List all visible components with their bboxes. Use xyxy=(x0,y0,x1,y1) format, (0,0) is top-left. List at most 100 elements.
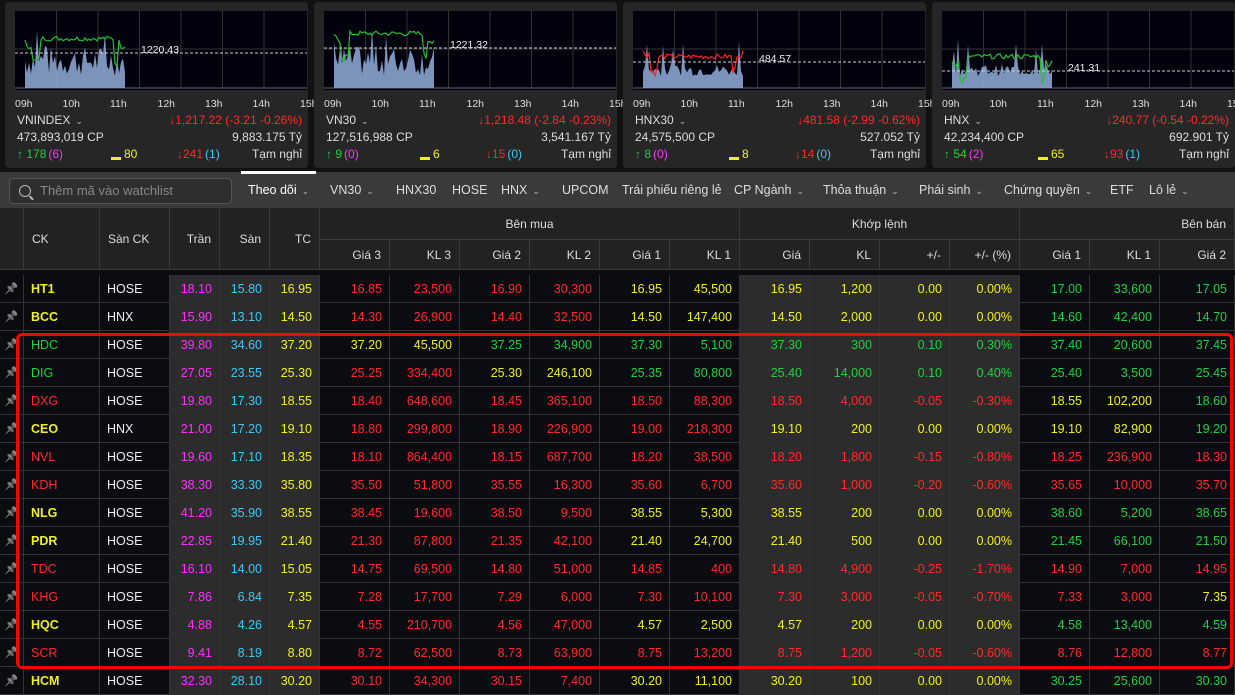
tab-chứng-quyền[interactable]: Chứng quyền ⌄ xyxy=(1004,172,1092,208)
time-label: 09h xyxy=(942,98,960,110)
symbol[interactable]: BCC xyxy=(24,303,100,331)
exchange: HOSE xyxy=(100,275,170,303)
table-row[interactable]: 📌 NVL HOSE 19.60 17.10 18.35 18.10 864,400 18.15… xyxy=(0,443,1235,471)
pin-icon[interactable]: 📌 xyxy=(0,303,24,331)
tab-upcom[interactable]: UPCOM xyxy=(562,172,609,208)
pin-icon[interactable]: 📌 xyxy=(0,611,24,639)
table-row[interactable]: 📌 DIG HOSE 27.05 23.55 25.30 25.25 334,400 25.30… xyxy=(0,359,1235,387)
table-row[interactable]: 📌 NLG HOSE 41.20 35.90 38.55 38.45 19,600 38.50 9… xyxy=(0,499,1235,527)
tab-phái-sinh[interactable]: Phái sinh ⌄ xyxy=(919,172,983,208)
watchlist-search-input[interactable]: Thêm mã vào watchlist xyxy=(9,178,232,204)
pin-icon[interactable]: 📌 xyxy=(0,387,24,415)
pin-icon[interactable]: 📌 xyxy=(0,499,24,527)
pin-icon[interactable]: 📌 xyxy=(0,639,24,667)
reference-price: 15.05 xyxy=(270,555,320,583)
cell-kl-1: 13,200 xyxy=(670,639,740,667)
market-status: Tạm nghỉ xyxy=(251,147,302,161)
index-value: ↓1,218.48 (-2.84 -0.23%) xyxy=(478,112,611,128)
tab-thỏa-thuận[interactable]: Thỏa thuận ⌄ xyxy=(823,172,899,208)
symbol[interactable]: CEO xyxy=(24,415,100,443)
table-row[interactable]: 📌 DXG HOSE 19.80 17.30 18.55 18.40 648,600 18.45… xyxy=(0,387,1235,415)
table-row[interactable]: 📌 TDC HOSE 16.10 14.00 15.05 14.75 69,500 14.80 5… xyxy=(0,555,1235,583)
index-name-select[interactable]: VNINDEX ⌄ xyxy=(17,112,83,129)
tab-theo-dõi[interactable]: Theo dõi ⌄ xyxy=(240,171,317,208)
symbol[interactable]: HDC xyxy=(24,331,100,359)
table-row[interactable]: 📌 KHG HOSE 7.86 6.84 7.35 7.28 17,700 7.29 6,000 7… xyxy=(0,583,1235,611)
symbol[interactable]: SCR xyxy=(24,639,100,667)
index-card-vnindex[interactable]: 1220.43 09h 10h 11h 12h 13h 14h 15h VNINDEX ⌄ ↓1,2… xyxy=(5,2,318,168)
index-card-vn30[interactable]: 1221.32 09h 10h 11h 12h 13h 14h 15h VN30 ⌄ ↓1,218.… xyxy=(314,2,627,168)
pin-icon[interactable]: 📌 xyxy=(0,667,24,695)
time-label: 14h xyxy=(870,98,889,110)
index-name-select[interactable]: HNX30 ⌄ xyxy=(635,112,686,129)
cell-kl-1: 24,700 xyxy=(670,527,740,555)
table-row[interactable]: 📌 HT1 HOSE 18.10 15.80 16.95 16.85 23,500 16.90 3… xyxy=(0,275,1235,303)
header-sub-col: KL 1 xyxy=(670,240,740,270)
cell-kl-1: 80,800 xyxy=(670,359,740,387)
pin-icon[interactable]: 📌 xyxy=(0,331,24,359)
table-row[interactable]: 📌 HCM HOSE 32.30 28.10 30.20 30.10 34,300 30.15 7… xyxy=(0,667,1235,695)
symbol[interactable]: PDR xyxy=(24,527,100,555)
tab-hnx30[interactable]: HNX30 xyxy=(396,172,436,208)
tab-hnx[interactable]: HNX ⌄ xyxy=(501,172,540,208)
symbol[interactable]: KDH xyxy=(24,471,100,499)
index-name-select[interactable]: VN30 ⌄ xyxy=(326,112,369,129)
symbol[interactable]: KHG xyxy=(24,583,100,611)
symbol[interactable]: DIG xyxy=(24,359,100,387)
tab-hose[interactable]: HOSE xyxy=(452,172,487,208)
pin-icon[interactable]: 📌 xyxy=(0,583,24,611)
floor-count: (1) xyxy=(205,147,220,161)
pin-icon[interactable]: 📌 xyxy=(0,555,24,583)
cell--: -0.60% xyxy=(950,471,1020,499)
pin-icon[interactable]: 📌 xyxy=(0,471,24,499)
cell-gi-3: 25.25 xyxy=(320,359,390,387)
cell-kl-1: 218,300 xyxy=(670,415,740,443)
floor-price: 17.20 xyxy=(220,415,270,443)
symbol[interactable]: NVL xyxy=(24,443,100,471)
cell-gi-2: 25.30 xyxy=(460,359,530,387)
table-row[interactable]: 📌 HDC HOSE 39.80 34.60 37.20 37.20 45,500 37.25 3… xyxy=(0,331,1235,359)
tab-etf[interactable]: ETF xyxy=(1110,172,1134,208)
pin-icon[interactable]: 📌 xyxy=(0,443,24,471)
pin-icon[interactable]: 📌 xyxy=(0,359,24,387)
symbol[interactable]: DXG xyxy=(24,387,100,415)
cell--: -0.60% xyxy=(950,639,1020,667)
cell-kl-3: 334,400 xyxy=(390,359,460,387)
symbol[interactable]: HCM xyxy=(24,667,100,695)
ceiling-price: 32.30 xyxy=(170,667,220,695)
tab-cp-ngành[interactable]: CP Ngành ⌄ xyxy=(734,172,804,208)
decliners: ↓93 (1) xyxy=(1104,146,1140,162)
cell-gi-1: 14.90 xyxy=(1020,555,1090,583)
index-card-hnx30[interactable]: 484.57 09h 10h 11h 12h 13h 14h 15h HNX30 ⌄ ↓481.58… xyxy=(623,2,936,168)
time-label: 14h xyxy=(252,98,271,110)
index-turnover: 692.901 Tỷ xyxy=(1169,130,1229,144)
pin-icon[interactable]: 📌 xyxy=(0,415,24,443)
time-label: 13h xyxy=(514,98,532,110)
table-row[interactable]: 📌 PDR HOSE 22.85 19.95 21.40 21.30 87,800 21.35 4… xyxy=(0,527,1235,555)
tab-trái-phiếu-riêng-lẻ[interactable]: Trái phiếu riêng lẻ xyxy=(622,172,722,208)
table-row[interactable]: 📌 SCR HOSE 9.41 8.19 8.80 8.72 62,500 8.73 63,900… xyxy=(0,639,1235,667)
cell-gi-3: 7.28 xyxy=(320,583,390,611)
reference-price: 14.50 xyxy=(270,303,320,331)
symbol[interactable]: HT1 xyxy=(24,275,100,303)
table-row[interactable]: 📌 KDH HOSE 38.30 33.30 35.80 35.50 51,800 35.55 1… xyxy=(0,471,1235,499)
symbol[interactable]: HQC xyxy=(24,611,100,639)
chevron-down-icon: ⌄ xyxy=(796,186,804,196)
symbol[interactable]: TDC xyxy=(24,555,100,583)
table-row[interactable]: 📌 BCC HNX 15.90 13.10 14.50 14.30 26,900 14.40 32… xyxy=(0,303,1235,331)
tab-lô-lẻ[interactable]: Lô lẻ ⌄ xyxy=(1149,172,1189,208)
table-row[interactable]: 📌 HQC HOSE 4.88 4.26 4.57 4.55 210,700 4.56 47,00… xyxy=(0,611,1235,639)
index-summary: VNINDEX ⌄ ↓1,217.22 (-3.21 -0.26%) xyxy=(13,112,302,128)
index-name-select[interactable]: HNX ⌄ xyxy=(944,112,982,129)
cell-kl-3: 51,800 xyxy=(390,471,460,499)
symbol[interactable]: NLG xyxy=(24,499,100,527)
pin-icon[interactable]: 📌 xyxy=(0,275,24,303)
cell-gi-2: 14.40 xyxy=(460,303,530,331)
index-card-hnx[interactable]: 241.31 09h 10h 11h 12h 13h 14h 15h HNX ⌄ ↓240.77 (… xyxy=(932,2,1235,168)
cell--: -0.30% xyxy=(950,387,1020,415)
pin-icon[interactable]: 📌 xyxy=(0,527,24,555)
price-board-table: CK Sàn CK Trần Sàn TC Bên mua Khớp lệnh Bên bán… xyxy=(0,208,1235,695)
table-row[interactable]: 📌 CEO HNX 21.00 17.20 19.10 18.80 299,800 18.90 2… xyxy=(0,415,1235,443)
tab-vn30[interactable]: VN30 ⌄ xyxy=(330,172,374,208)
cell-kl-3: 69,500 xyxy=(390,555,460,583)
